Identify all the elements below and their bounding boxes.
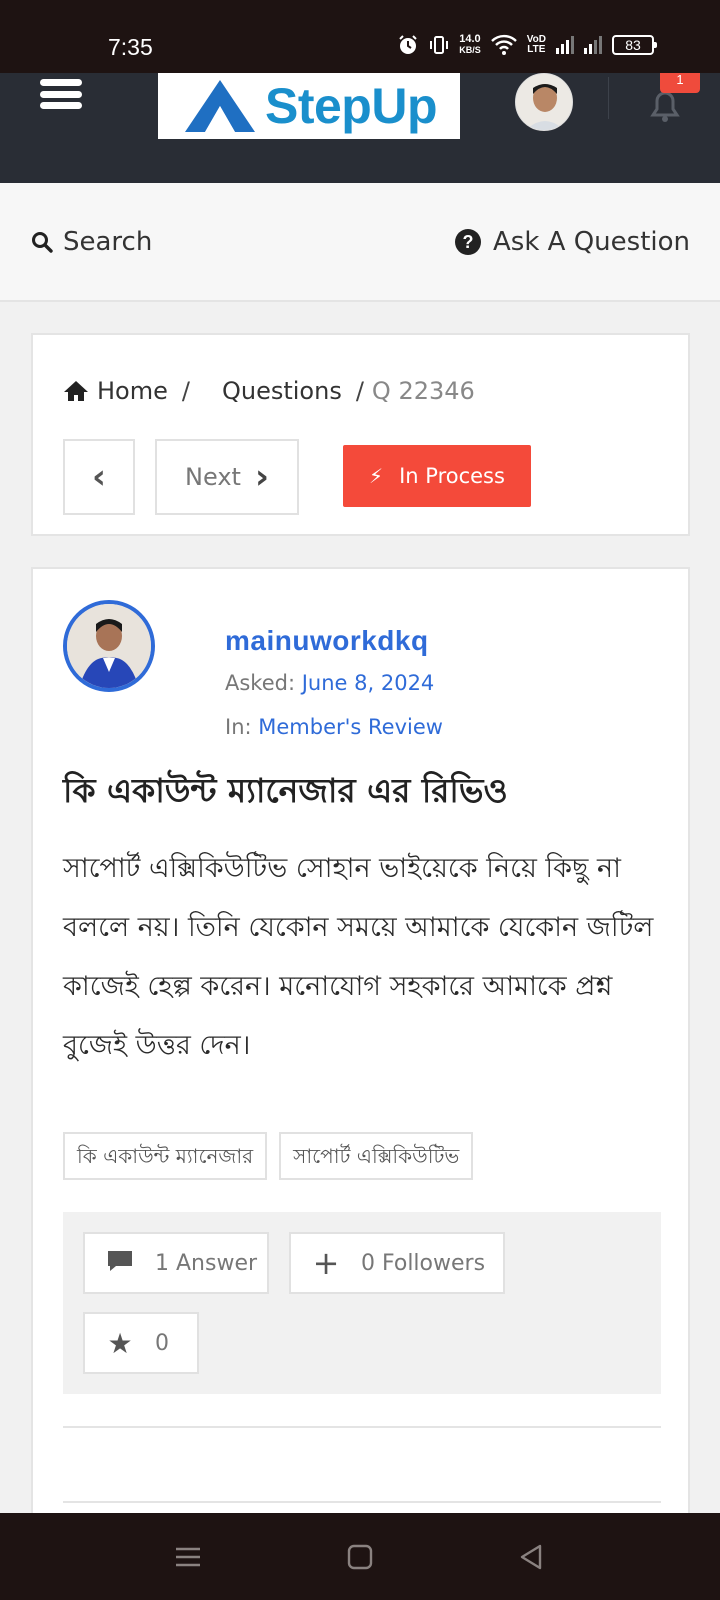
status-button[interactable]: ⚡ In Process (343, 445, 531, 507)
previous-button[interactable]: ‹ (63, 439, 135, 515)
status-icons: 14.0 KB/S VoD LTE 83 (397, 34, 657, 56)
status-time: 7:35 (108, 34, 153, 60)
section-divider (63, 1501, 661, 1503)
next-button[interactable]: Next › (155, 439, 299, 515)
star-icon: ★ (107, 1326, 133, 1360)
question-body: সাপোর্ট এক্সিকিউটিভ সোহান ভাইয়েকে নিয়ে… (63, 853, 654, 1061)
follow-button[interactable]: + 0 Followers (289, 1232, 505, 1294)
tag-list: কি একাউন্ট ম্যানেজার সাপোর্ট এক্সিকিউটিভ (63, 1132, 474, 1180)
category-link[interactable]: Member's Review (258, 715, 443, 739)
question-stats: 1 Answer + 0 Followers ★ 0 (63, 1212, 661, 1394)
breadcrumb-separator: / (355, 377, 364, 405)
favorites-count: 0 (155, 1330, 169, 1356)
system-nav-bar (0, 1513, 720, 1600)
question-title: কি একাউন্ট ম্যানেজার এর রিভিও (63, 771, 508, 810)
question-circle-icon: ? (455, 229, 481, 255)
ask-question-link[interactable]: ? Ask A Question (455, 227, 690, 257)
breadcrumb-home[interactable]: Home (97, 377, 168, 405)
breadcrumb-separator: / (181, 377, 190, 405)
search-icon (32, 232, 53, 253)
net-speed-value: 14.0 (459, 33, 481, 45)
bolt-icon: ⚡ (369, 464, 384, 488)
search-link[interactable]: Search (31, 227, 152, 257)
author-name[interactable]: mainuworkdkq (225, 625, 429, 657)
home-nav-icon[interactable] (344, 1541, 376, 1573)
section-divider (63, 1426, 661, 1428)
category-line: In: Member's Review (225, 715, 443, 739)
user-avatar[interactable] (515, 73, 573, 131)
chevron-right-icon: › (254, 457, 269, 497)
author-photo (67, 604, 151, 688)
notification-badge[interactable]: 1 (660, 73, 700, 93)
ask-question-label: Ask A Question (493, 227, 690, 257)
avatar-image (516, 74, 572, 130)
search-label: Search (63, 227, 153, 257)
in-label: In: (225, 715, 252, 739)
tag[interactable]: সাপোর্ট এক্সিকিউটিভ (279, 1132, 474, 1180)
breadcrumb: Home / Questions / Q 22346 (63, 377, 475, 405)
question-card: mainuworkdkq Asked: June 8, 2024 In: Mem… (31, 567, 690, 1517)
signal-1-icon (556, 36, 574, 54)
logo-mark-icon (185, 80, 255, 132)
breadcrumb-current: Q 22346 (371, 377, 475, 405)
status-bar: 7:35 14.0 KB/S VoD LTE 83 (0, 0, 720, 73)
battery-icon: 83 (612, 35, 657, 55)
menu-button[interactable] (40, 79, 82, 109)
recent-apps-icon[interactable] (172, 1541, 204, 1573)
network-bottom: LTE (527, 44, 546, 55)
site-logo[interactable]: StepUp (158, 73, 460, 139)
tag[interactable]: কি একাউন্ট ম্যানেজার (63, 1132, 268, 1180)
asked-label: Asked: (225, 671, 296, 695)
asked-date[interactable]: June 8, 2024 (302, 671, 435, 695)
breadcrumb-card: Home / Questions / Q 22346 ‹ Next › ⚡ In… (31, 333, 690, 536)
net-speed-unit: KB/S (459, 45, 481, 55)
vibrate-icon (430, 36, 449, 54)
network-type: VoD LTE (527, 35, 546, 55)
breadcrumb-questions[interactable]: Questions (222, 377, 342, 405)
signal-2-icon (584, 36, 602, 54)
status-label: In Process (399, 464, 505, 488)
back-icon[interactable] (516, 1541, 548, 1573)
answers-count: 1 Answer (155, 1250, 258, 1276)
site-header: StepUp 1 (0, 73, 720, 183)
plus-icon: + (312, 1244, 340, 1282)
search-bar: Search ? Ask A Question (0, 183, 720, 302)
followers-count: 0 Followers (361, 1250, 486, 1276)
wifi-icon (490, 34, 517, 55)
net-speed: 14.0 KB/S (459, 34, 481, 56)
comment-icon (85, 1247, 155, 1280)
asked-date-line: Asked: June 8, 2024 (225, 671, 434, 695)
alarm-icon (399, 35, 417, 54)
home-icon (64, 381, 88, 401)
chevron-left-icon: ‹ (91, 457, 106, 497)
header-divider (608, 77, 609, 119)
favorite-button[interactable]: ★ 0 (83, 1312, 199, 1374)
answers-button[interactable]: 1 Answer (83, 1232, 269, 1294)
logo-text: StepUp (265, 78, 438, 134)
next-label: Next (185, 463, 241, 491)
author-avatar[interactable] (63, 600, 155, 692)
